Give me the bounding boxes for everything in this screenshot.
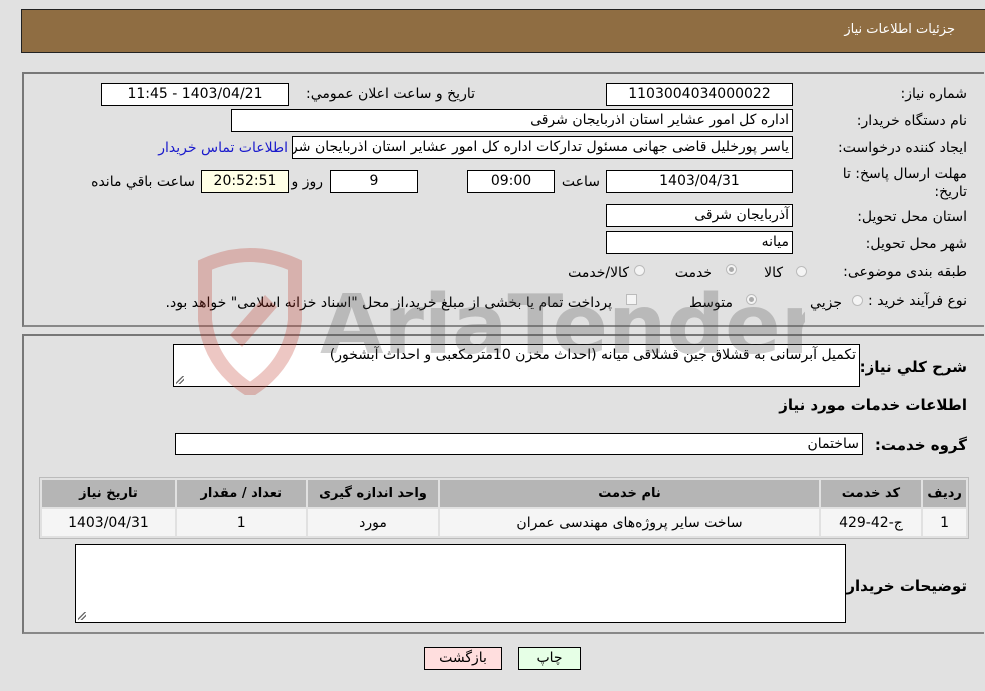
cell-service-name: ساخت سایر پروژه‌های مهندسی عمران [440,509,819,536]
buyer-notes-textarea[interactable] [75,544,846,623]
description-label: شرح کلي نیاز: [859,358,967,376]
purchase-type-radio-medium[interactable] [746,294,757,305]
description-textarea[interactable]: تکمیل آبرسانی به قشلاق جین قشلاقی میانه … [173,344,860,387]
deadline-time-label: ساعت [561,174,600,190]
need-number-label: شماره نیاز: [900,86,968,102]
print-button[interactable]: چاپ [518,647,581,670]
province-label: استان محل تحویل: [857,209,967,225]
treasury-checkbox-label: پرداخت تمام یا بخشی از مبلغ خرید،از محل … [165,295,612,311]
cell-row-number: 1 [923,509,966,536]
deadline-label: مهلت ارسال پاسخ: تا تاریخ: [842,166,967,200]
province-field: آذربایجان شرقی [606,204,793,227]
description-text: تکمیل آبرسانی به قشلاق جین قشلاقی میانه … [329,347,856,363]
need-number-field: 1103004034000022 [606,83,793,106]
remaining-time-label: ساعت باقي مانده [91,174,195,190]
category-radio-goods[interactable] [796,266,807,277]
purchase-type-option-minor: جزیي [810,295,842,311]
category-option-goods-service: کالا/خدمت [568,265,629,281]
page-title: جزئیات اطلاعات نیاز [844,22,955,37]
buyer-org-label: نام دستگاه خریدار: [856,113,967,129]
column-header-unit: واحد اندازه گیری [307,480,439,507]
page-header: جزئیات اطلاعات نیاز [21,9,985,53]
buyer-notes-label: توضیحات خریدار: [840,577,967,595]
purchase-type-option-medium: متوسط [689,295,733,311]
purchase-type-label: نوع فرآیند خرید : [868,293,967,309]
treasury-checkbox[interactable] [626,294,637,305]
announce-datetime-label: تاریخ و ساعت اعلان عمومي: [306,86,475,102]
cell-quantity: 1 [176,509,306,536]
remaining-days-field: 9 [330,170,418,193]
service-group-label: گروه خدمت: [874,436,967,454]
table-header-row: ردیف کد خدمت نام خدمت واحد اندازه گیری ت… [42,480,966,507]
buyer-org-field: اداره کل امور عشایر استان اذربایجان شرقی [231,109,793,132]
remaining-time-field: 20:52:51 [201,170,289,193]
category-option-service: خدمت [674,265,712,281]
services-table: ردیف کد خدمت نام خدمت واحد اندازه گیری ت… [39,477,969,539]
cell-unit: مورد [307,509,439,536]
category-radio-goods-service[interactable] [634,265,645,276]
buyer-contact-link[interactable]: اطلاعات تماس خریدار [158,140,288,156]
requester-label: ایجاد کننده درخواست: [838,140,967,156]
column-header-service-name: نام خدمت [440,480,819,507]
column-header-quantity: تعداد / مقدار [176,480,306,507]
column-header-service-code: کد خدمت [820,480,922,507]
city-label: شهر محل تحویل: [865,236,967,252]
remaining-days-label: روز و [291,174,324,190]
service-group-field: ساختمان [175,433,863,455]
city-field: میانه [606,231,793,254]
back-button[interactable]: بازگشت [424,647,502,670]
purchase-type-radio-minor[interactable] [852,295,863,306]
services-section-title: اطلاعات خدمات مورد نیاز [779,396,967,414]
resize-grip-icon[interactable] [176,376,184,384]
deadline-date-field: 1403/04/31 [606,170,793,193]
announce-datetime-field: 1403/04/21 - 11:45 [101,83,289,106]
cell-service-code: ج-42-429 [820,509,922,536]
category-option-goods: کالا [764,265,783,281]
column-header-need-date: تاریخ نیاز [42,480,175,507]
category-label: طبقه بندی موضوعی: [843,264,967,280]
category-radio-service[interactable] [726,264,737,275]
column-header-row-number: ردیف [923,480,966,507]
cell-need-date: 1403/04/31 [42,509,175,536]
deadline-time-field: 09:00 [467,170,555,193]
requester-field: یاسر پورخلیل قاضی جهانی مسئول تدارکات اد… [292,136,793,159]
table-row: 1 ج-42-429 ساخت سایر پروژه‌های مهندسی عم… [42,509,966,536]
resize-grip-icon[interactable] [78,612,86,620]
